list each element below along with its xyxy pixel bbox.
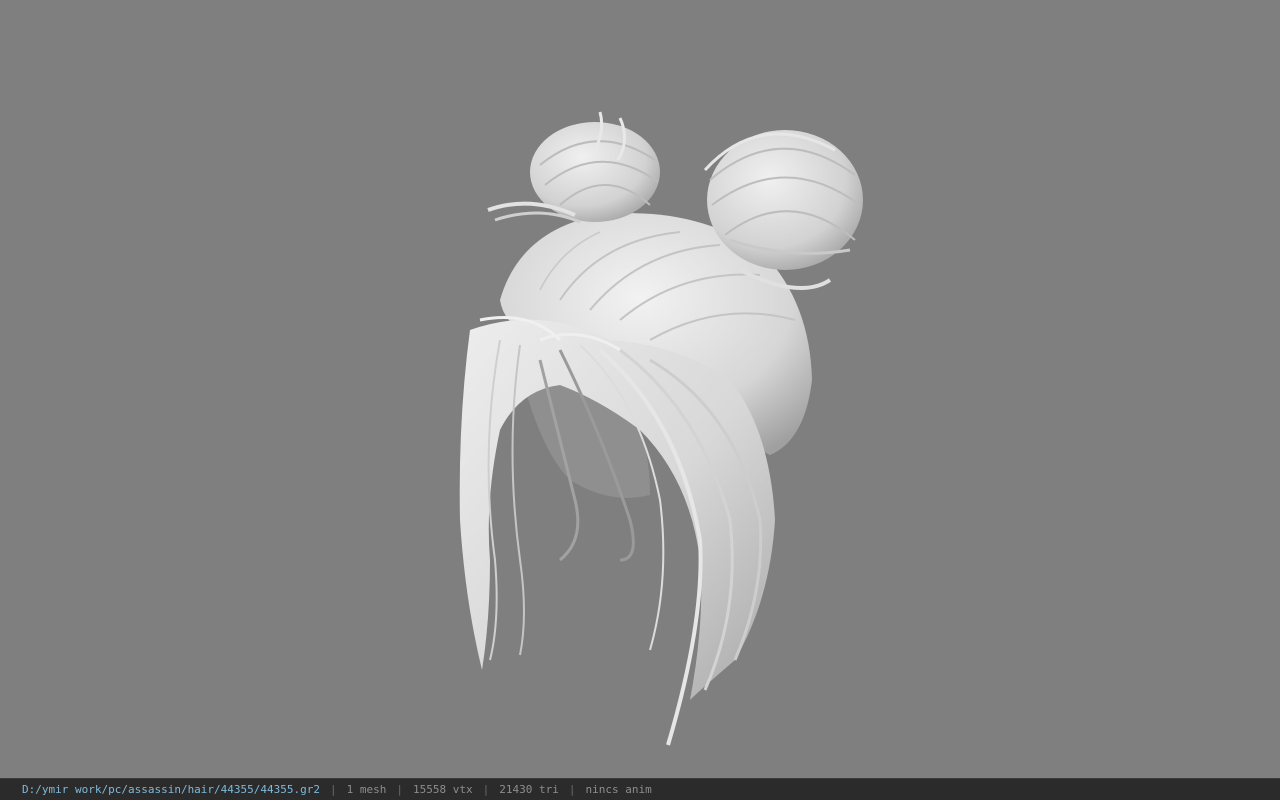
separator: |	[396, 783, 404, 796]
vertex-count: 15558 vtx	[413, 783, 473, 796]
hair-strands	[459, 316, 775, 746]
hair-model-render	[459, 111, 863, 746]
separator: |	[330, 783, 337, 796]
status-bar: D:/ymir work/pc/assassin/hair/44355/4435…	[0, 778, 1280, 800]
animation-status: nincs anim	[585, 783, 652, 796]
3d-viewport[interactable]	[0, 0, 1280, 778]
file-path: D:/ymir work/pc/assassin/hair/44355/4435…	[22, 783, 321, 796]
left-bun	[487, 111, 660, 224]
mesh-count: 1 mesh	[346, 783, 387, 796]
triangle-count: 21430 tri	[499, 783, 559, 796]
separator: |	[568, 783, 576, 796]
separator: |	[482, 783, 490, 796]
